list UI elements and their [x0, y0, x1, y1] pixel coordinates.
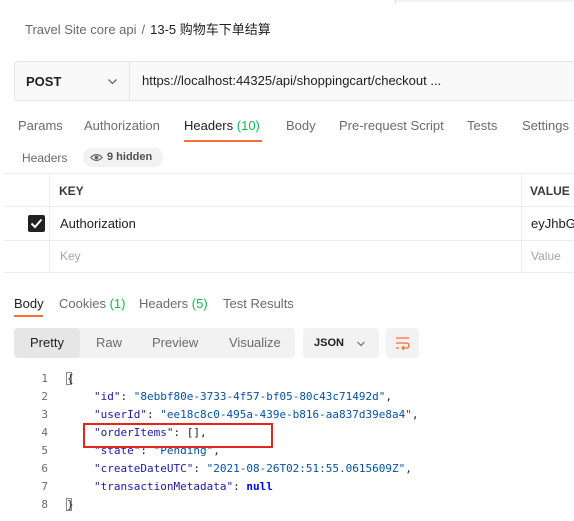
- chevron-down-icon: [357, 341, 365, 347]
- active-tab-indicator: [14, 315, 43, 317]
- tab-count: (1): [109, 296, 126, 311]
- breadcrumb-separator: /: [141, 22, 146, 37]
- tab-label: Authorization: [84, 118, 160, 133]
- format-label: JSON: [314, 337, 344, 349]
- view-mode-selector: Pretty Raw Preview Visualize: [14, 328, 295, 358]
- header-value-cell[interactable]: eyJhbG: [531, 216, 574, 231]
- tab-label: Test Results: [223, 296, 294, 311]
- check-icon: [30, 218, 43, 229]
- breadcrumb-collection[interactable]: Travel Site core api: [25, 22, 137, 37]
- active-tab-top[interactable]: [396, 0, 574, 2]
- line-number: 4: [41, 426, 48, 439]
- tab-response-body[interactable]: Body: [14, 296, 44, 311]
- tab-label: Params: [18, 118, 63, 133]
- table-divider: [4, 272, 574, 273]
- tab-headers[interactable]: Headers (10): [184, 118, 260, 133]
- tab-label: Body: [286, 118, 316, 133]
- highlight-box: [83, 423, 273, 448]
- json-key: "userId": [94, 408, 147, 421]
- column-header-key: KEY: [59, 184, 84, 198]
- line-number: 3: [41, 408, 48, 421]
- header-key-cell[interactable]: Authorization: [60, 216, 136, 231]
- view-visualize-button[interactable]: Visualize: [229, 335, 281, 350]
- tab-pre-request-script[interactable]: Pre-request Script: [339, 118, 444, 133]
- table-column-divider: [49, 174, 50, 273]
- method-label: POST: [26, 74, 62, 89]
- json-comma: ,: [405, 462, 412, 475]
- tab-params[interactable]: Params: [18, 118, 63, 133]
- code-line: "createDateUTC": "2021-08-26T02:51:55.06…: [94, 462, 412, 475]
- view-preview-button[interactable]: Preview: [152, 335, 198, 350]
- json-key: "createDateUTC": [94, 462, 194, 475]
- format-select[interactable]: JSON: [303, 328, 379, 358]
- json-value: null: [246, 480, 273, 493]
- new-key-input[interactable]: Key: [60, 249, 81, 263]
- tab-response-headers[interactable]: Headers (5): [139, 296, 208, 311]
- table-column-divider: [521, 174, 522, 273]
- breadcrumb: Travel Site core api / 13-5 购物车下单结算: [25, 19, 271, 38]
- json-key: "id": [94, 390, 121, 403]
- tab-count: (5): [191, 296, 208, 311]
- view-raw-button[interactable]: Raw: [96, 335, 122, 350]
- request-url-bar: POST https://localhost:44325/api/shoppin…: [14, 61, 574, 101]
- active-tab-indicator: [184, 140, 262, 142]
- tab-settings[interactable]: Settings: [522, 118, 569, 133]
- tab-count: (10): [236, 118, 260, 133]
- breadcrumb-request-name[interactable]: 13-5 购物车下单结算: [150, 22, 271, 37]
- tab-label: Settings: [522, 118, 569, 133]
- tab-strip-edge: [0, 0, 574, 4]
- table-divider: [4, 206, 574, 207]
- json-value: "ee18c8c0-495a-439e-b816-aa837d39e8a4": [160, 408, 412, 421]
- code-line: "userId": "ee18c8c0-495a-439e-b816-aa837…: [94, 408, 419, 421]
- line-number: 6: [41, 462, 48, 475]
- wrap-lines-button[interactable]: [386, 328, 419, 358]
- request-tabs: Params Authorization Headers (10) Body P…: [0, 112, 574, 142]
- eye-icon: [90, 153, 103, 162]
- json-comma: ,: [411, 408, 419, 421]
- code-line: "transactionMetadata": null: [94, 480, 273, 493]
- tab-tests[interactable]: Tests: [467, 118, 497, 133]
- headers-table: KEY VALUE Authorization eyJhbG Key Value: [4, 173, 574, 274]
- code-line: }: [67, 498, 74, 511]
- header-enabled-checkbox[interactable]: [28, 215, 45, 232]
- json-sep: :: [233, 480, 247, 493]
- chevron-down-icon: [108, 79, 117, 85]
- hidden-headers-toggle[interactable]: 9 hidden: [83, 148, 163, 167]
- tab-cookies[interactable]: Cookies (1): [59, 296, 125, 311]
- line-number: 2: [41, 390, 48, 403]
- tab-label: Headers: [184, 118, 234, 133]
- tab-label: Pre-request Script: [339, 118, 444, 133]
- tab-label: Body: [14, 296, 44, 311]
- json-key: "transactionMetadata": [94, 480, 234, 493]
- tab-label: Cookies: [59, 296, 106, 311]
- json-value: "2021-08-26T02:51:55.0615609Z": [206, 462, 406, 475]
- line-number: 5: [41, 444, 48, 457]
- json-comma: ,: [385, 390, 393, 403]
- line-number: 7: [41, 480, 48, 493]
- table-divider: [4, 240, 574, 241]
- json-sep: :: [120, 390, 134, 403]
- json-sep: :: [193, 462, 207, 475]
- response-tabs: Body Cookies (1) Headers (5) Test Result…: [0, 294, 574, 318]
- code-line: {: [67, 372, 74, 385]
- url-input[interactable]: https://localhost:44325/api/shoppingcart…: [142, 73, 441, 88]
- method-select[interactable]: POST: [15, 62, 130, 100]
- view-pretty-button[interactable]: Pretty: [30, 335, 64, 350]
- tab-test-results[interactable]: Test Results: [223, 296, 294, 311]
- line-number: 8: [41, 498, 48, 511]
- column-header-value: VALUE: [530, 184, 570, 198]
- headers-section-title: Headers: [22, 151, 68, 165]
- json-sep: :: [146, 408, 161, 421]
- tab-label: Tests: [467, 118, 498, 133]
- tab-label: Headers: [139, 296, 189, 311]
- wrap-lines-icon: [396, 337, 410, 350]
- hidden-count: 9 hidden: [107, 151, 153, 163]
- tab-body[interactable]: Body: [286, 118, 316, 133]
- json-value: "8ebbf80e-3733-4f57-bf05-80c43c71492d": [133, 390, 386, 403]
- new-value-input[interactable]: Value: [531, 249, 561, 263]
- code-line: "id": "8ebbf80e-3733-4f57-bf05-80c43c714…: [94, 390, 392, 403]
- line-number: 1: [41, 372, 48, 385]
- tab-authorization[interactable]: Authorization: [84, 118, 160, 133]
